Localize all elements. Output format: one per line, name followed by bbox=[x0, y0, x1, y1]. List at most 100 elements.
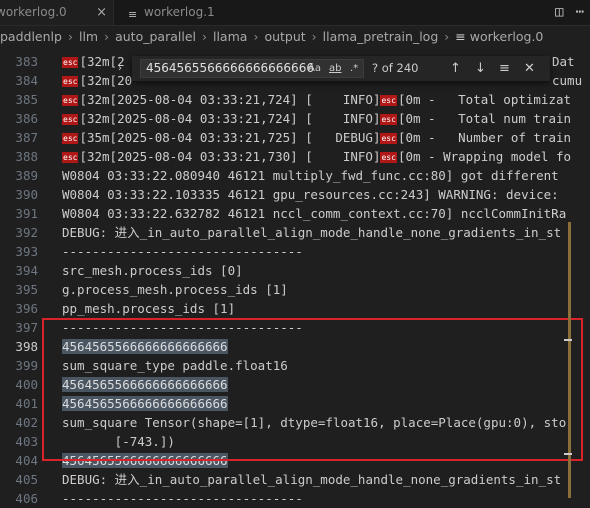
breadcrumb-item[interactable]: llm bbox=[79, 29, 98, 44]
line-text: pp_mesh.process_ids [1] bbox=[62, 299, 235, 318]
use-regex-toggle[interactable]: .* bbox=[350, 59, 358, 78]
line-content: [0m - Number of train bbox=[397, 130, 572, 145]
scrollbar-match-marker bbox=[564, 453, 572, 455]
escape-char-badge: esc bbox=[62, 95, 79, 106]
arrow-up-icon[interactable]: ↑ bbox=[450, 59, 461, 78]
code-line[interactable]: 405 DEBUG: 进入_in_auto_parallel_align_mode… bbox=[0, 470, 590, 489]
line-text: g.process_mesh.process_ids [1] bbox=[62, 280, 288, 299]
find-in-selection-icon[interactable]: ≡ bbox=[499, 59, 510, 78]
breadcrumb-item[interactable]: output bbox=[264, 29, 305, 44]
code-line[interactable]: 389 W0804 03:33:22.080940 46121 multiply_… bbox=[0, 166, 590, 185]
tab-workerlog-0[interactable]: workerlog.0 × bbox=[0, 0, 114, 25]
escape-char-badge: esc bbox=[62, 114, 79, 125]
line-number: 401 bbox=[15, 396, 38, 411]
scrollbar-thumb[interactable] bbox=[568, 222, 571, 498]
line-content: W0804 03:33:22.103335 46121 gpu_resource… bbox=[62, 187, 559, 202]
code-line[interactable]: 387 esc [35m[2025-08-04 03:33:21,725] [ DE… bbox=[0, 128, 590, 147]
code-line[interactable]: 385 esc [32m[2025-08-04 03:33:21,724] [ IN… bbox=[0, 90, 590, 109]
match-whole-word-toggle[interactable]: ab bbox=[329, 59, 341, 78]
breadcrumb: paddlenlp › llm › auto_parallel › llama › output… bbox=[0, 26, 590, 48]
line-text: -------------------------------- bbox=[62, 242, 303, 261]
code-line[interactable]: 394 src_mesh.process_ids [0] bbox=[0, 261, 590, 280]
line-content: [0m - Total optimizat bbox=[397, 92, 572, 107]
line-content: W0804 03:33:22.080940 46121 multiply_fwd… bbox=[62, 168, 559, 183]
chevron-right-icon[interactable]: › bbox=[118, 56, 130, 81]
code-line[interactable]: 390 W0804 03:33:22.103335 46121 gpu_resou… bbox=[0, 185, 590, 204]
line-text: esc [32m[2 bbox=[62, 52, 125, 71]
line-text: DEBUG: 进入_in_auto_parallel_align_mode_ha… bbox=[62, 470, 561, 489]
chevron-right-icon: › bbox=[104, 29, 110, 44]
code-line[interactable]: 391 W0804 03:33:22.632782 46121 nccl_comm… bbox=[0, 204, 590, 223]
line-number: 396 bbox=[15, 301, 38, 316]
line-content: pp_mesh.process_ids [1] bbox=[62, 301, 236, 316]
line-tail: cumu bbox=[552, 73, 583, 88]
match-case-toggle[interactable]: Aa bbox=[308, 59, 321, 78]
escape-char-badge: esc bbox=[62, 76, 79, 87]
line-number: 391 bbox=[15, 206, 38, 221]
line-content: [0m - Total num train bbox=[397, 111, 572, 126]
line-content: [32m[2025-08-04 03:33:21,730] [ INFO] bbox=[79, 149, 381, 164]
line-content: DEBUG: 进入_in_auto_parallel_align_mode_ha… bbox=[62, 225, 562, 240]
line-text: esc [32m[2025-08-04 03:33:21,724] [ INFO]… bbox=[62, 90, 571, 109]
match-count: ? of 240 bbox=[372, 61, 419, 75]
tab-label: workerlog.1 bbox=[144, 5, 215, 19]
line-number: 389 bbox=[15, 168, 38, 183]
tab-workerlog-1[interactable]: ≡ workerlog.1 bbox=[122, 0, 215, 25]
line-content: [35m[2025-08-04 03:33:21,725] [ DEBUG] bbox=[79, 130, 381, 145]
code-line[interactable]: 393 -------------------------------- bbox=[0, 242, 590, 261]
line-content: [32m[2025-08-04 03:33:21,724] [ INFO] bbox=[79, 111, 381, 126]
code-line[interactable]: 392 DEBUG: 进入_in_auto_parallel_align_mode… bbox=[0, 223, 590, 242]
line-number: 386 bbox=[15, 111, 38, 126]
line-number: 405 bbox=[15, 472, 38, 487]
breadcrumb-item[interactable]: auto_parallel bbox=[115, 29, 196, 44]
line-content: W0804 03:33:22.632782 46121 nccl_comm_co… bbox=[62, 206, 567, 221]
close-icon[interactable]: ✕ bbox=[524, 59, 535, 78]
escape-char-badge: esc bbox=[62, 57, 79, 68]
chevron-right-icon: › bbox=[201, 29, 207, 44]
editor-actions: ◫ ⋯ bbox=[543, 0, 584, 25]
breadcrumb-item[interactable]: llama_pretrain_log bbox=[323, 29, 439, 44]
breadcrumb-item[interactable]: llama bbox=[213, 29, 247, 44]
line-content: src_mesh.process_ids [0] bbox=[62, 263, 243, 278]
line-number: 393 bbox=[15, 244, 38, 259]
line-content: [32m[2025-08-04 03:33:21,724] [ INFO] bbox=[79, 92, 381, 107]
line-text: -------------------------------- bbox=[62, 489, 303, 508]
code-line[interactable]: 388 esc [32m[2025-08-04 03:33:21,730] [ IN… bbox=[0, 147, 590, 166]
line-text: W0804 03:33:22.080940 46121 multiply_fwd… bbox=[62, 166, 559, 185]
arrow-down-icon[interactable]: ↓ bbox=[475, 59, 486, 78]
file-lines-icon: ≡ bbox=[128, 8, 138, 21]
escape-char-badge: esc bbox=[380, 95, 397, 106]
line-text: esc [32m[2025-08-04 03:33:21,724] [ INFO]… bbox=[62, 109, 571, 128]
line-number: 384 bbox=[15, 73, 38, 88]
split-editor-icon[interactable]: ◫ bbox=[555, 0, 563, 25]
code-line[interactable]: 396 pp_mesh.process_ids [1] bbox=[0, 299, 590, 318]
code-line[interactable]: 386 esc [32m[2025-08-04 03:33:21,724] [ IN… bbox=[0, 109, 590, 128]
close-tab-icon[interactable]: × bbox=[96, 0, 107, 25]
line-text: W0804 03:33:22.632782 46121 nccl_comm_co… bbox=[62, 204, 566, 223]
chevron-right-icon: › bbox=[67, 29, 73, 44]
line-number: 398 bbox=[15, 339, 38, 354]
code-line[interactable]: 395 g.process_mesh.process_ids [1] bbox=[0, 280, 590, 299]
file-lines-icon: ≡ bbox=[455, 29, 466, 44]
line-content: -------------------------------- bbox=[62, 491, 303, 506]
breadcrumb-file[interactable]: workerlog.0 bbox=[470, 29, 544, 44]
line-number: 406 bbox=[15, 491, 38, 506]
line-number: 400 bbox=[15, 377, 38, 392]
line-number: 395 bbox=[15, 282, 38, 297]
escape-char-badge: esc bbox=[62, 133, 79, 144]
chevron-right-icon: › bbox=[253, 29, 259, 44]
code-line[interactable]: 406 -------------------------------- bbox=[0, 489, 590, 508]
scrollbar-match-marker bbox=[564, 339, 572, 341]
line-number: 399 bbox=[15, 358, 38, 373]
more-actions-icon[interactable]: ⋯ bbox=[576, 0, 584, 25]
escape-char-badge: esc bbox=[62, 152, 79, 163]
line-content: DEBUG: 进入_in_auto_parallel_align_mode_ha… bbox=[62, 472, 562, 487]
find-widget: › 4564565566666666666666 Aa ab .* ? of 2… bbox=[118, 56, 550, 81]
tab-label: workerlog.0 bbox=[0, 5, 67, 19]
escape-char-badge: esc bbox=[380, 133, 397, 144]
line-content: -------------------------------- bbox=[62, 244, 303, 259]
breadcrumb-item[interactable]: paddlenlp bbox=[0, 29, 62, 44]
escape-char-badge: esc bbox=[380, 114, 397, 125]
escape-char-badge: esc bbox=[380, 152, 397, 163]
line-content: [0m - Wrapping model fo bbox=[397, 149, 572, 164]
